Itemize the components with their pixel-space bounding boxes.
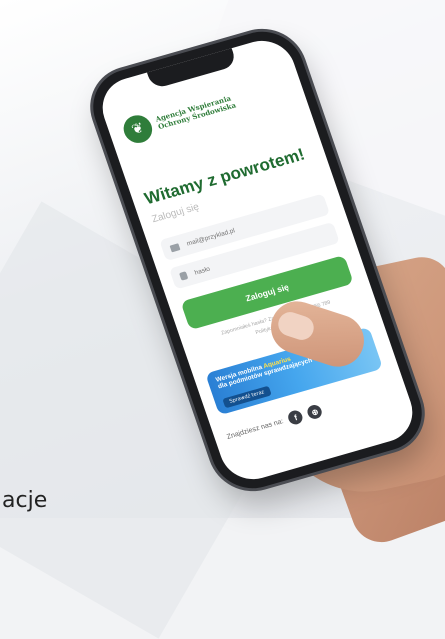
globe-icon[interactable]: ⊕ <box>305 403 324 421</box>
promo-check-button[interactable]: Sprawdź teraz <box>222 385 272 409</box>
leaf-logo-icon: ❦ <box>119 112 156 147</box>
logo-text: Agencja Wspierania Ochrony Środowiska <box>154 94 237 132</box>
app-logo: ❦ Agencja Wspierania Ochrony Środowiska <box>119 88 239 147</box>
envelope-icon <box>169 242 181 252</box>
lock-icon <box>179 271 189 281</box>
find-us-label: Znajdziesz nas na: <box>225 417 285 441</box>
caption-text: acje <box>2 488 48 513</box>
page-title: Witamy z powrotem! <box>142 144 308 209</box>
facebook-icon[interactable]: f <box>286 408 305 426</box>
